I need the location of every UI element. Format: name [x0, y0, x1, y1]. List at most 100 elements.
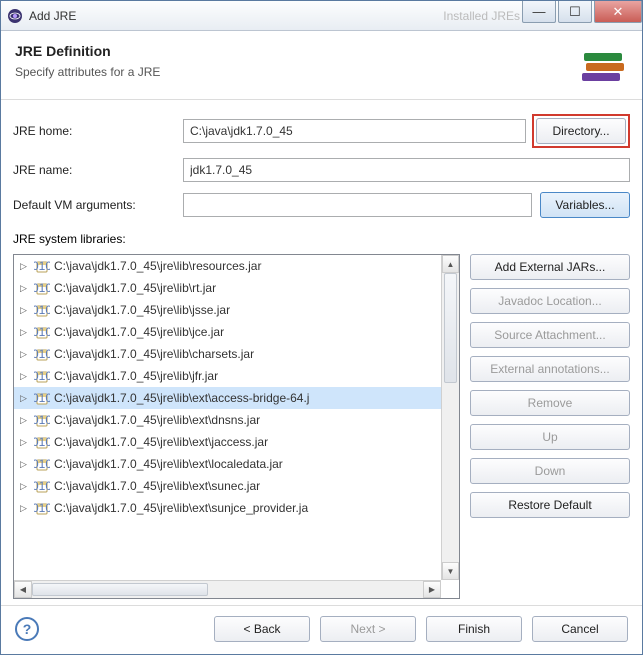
- window-title: Add JRE: [29, 9, 423, 23]
- horizontal-scrollbar[interactable]: ◀ ▶: [14, 580, 441, 598]
- add-jre-dialog: Add JRE Installed JREs — ☐ ✕ JRE Definit…: [0, 0, 643, 655]
- jar-icon: 010: [34, 434, 50, 450]
- vm-args-input[interactable]: [183, 193, 532, 217]
- expand-icon[interactable]: ▷: [20, 437, 32, 448]
- jar-icon: 010: [34, 280, 50, 296]
- jar-icon: 010: [34, 346, 50, 362]
- scroll-left-icon[interactable]: ◀: [14, 581, 32, 598]
- svg-text:010: 010: [34, 501, 50, 515]
- tree-item-path: C:\java\jdk1.7.0_45\jre\lib\rt.jar: [54, 281, 216, 295]
- tree-item-path: C:\java\jdk1.7.0_45\jre\lib\jfr.jar: [54, 369, 218, 383]
- directory-highlight: Directory...: [532, 114, 630, 148]
- jar-icon: 010: [34, 390, 50, 406]
- hscroll-thumb[interactable]: [32, 583, 208, 596]
- remove-button[interactable]: Remove: [470, 390, 630, 416]
- vm-args-label: Default VM arguments:: [13, 198, 183, 212]
- external-annotations-button[interactable]: External annotations...: [470, 356, 630, 382]
- back-button[interactable]: < Back: [214, 616, 310, 642]
- tree-row[interactable]: ▷010 C:\java\jdk1.7.0_45\jre\lib\ext\acce…: [14, 387, 441, 409]
- tree-item-path: C:\java\jdk1.7.0_45\jre\lib\charsets.jar: [54, 347, 254, 361]
- tree-row[interactable]: ▷010C:\java\jdk1.7.0_45\jre\lib\ext\loca…: [14, 453, 441, 475]
- expand-icon[interactable]: ▷: [20, 283, 32, 294]
- source-attachment-button[interactable]: Source Attachment...: [470, 322, 630, 348]
- svg-text:010: 010: [34, 259, 50, 273]
- jre-name-label: JRE name:: [13, 163, 183, 177]
- close-button[interactable]: ✕: [594, 1, 642, 23]
- scroll-up-icon[interactable]: ▲: [442, 255, 459, 273]
- expand-icon[interactable]: ▷: [20, 349, 32, 360]
- vscroll-thumb[interactable]: [444, 273, 457, 383]
- finish-button[interactable]: Finish: [426, 616, 522, 642]
- tree-item-path: C:\java\jdk1.7.0_45\jre\lib\resources.ja…: [54, 259, 261, 273]
- vertical-scrollbar[interactable]: ▲ ▼: [441, 255, 459, 580]
- directory-button[interactable]: Directory...: [536, 118, 626, 144]
- help-icon[interactable]: ?: [15, 617, 39, 641]
- scroll-down-icon[interactable]: ▼: [442, 562, 459, 580]
- restore-default-button[interactable]: Restore Default: [470, 492, 630, 518]
- maximize-button[interactable]: ☐: [558, 1, 592, 23]
- tree-item-path: C:\java\jdk1.7.0_45\jre\lib\ext\sunjce_p…: [54, 501, 308, 515]
- javadoc-location-button[interactable]: Javadoc Location...: [470, 288, 630, 314]
- minimize-button[interactable]: —: [522, 1, 556, 23]
- expand-icon[interactable]: ▷: [20, 305, 32, 316]
- jar-icon: 010: [34, 412, 50, 428]
- tree-row[interactable]: ▷010 C:\java\jdk1.7.0_45\jre\lib\ext\dnsn…: [14, 409, 441, 431]
- svg-text:010: 010: [34, 457, 50, 471]
- jre-name-input[interactable]: [183, 158, 630, 182]
- tree-item-path: C:\java\jdk1.7.0_45\jre\lib\jce.jar: [54, 325, 224, 339]
- jre-home-label: JRE home:: [13, 124, 183, 138]
- tree-row[interactable]: ▷010 C:\java\jdk1.7.0_45\jre\lib\ext\sune…: [14, 475, 441, 497]
- expand-icon[interactable]: ▷: [20, 459, 32, 470]
- tree-item-path: C:\java\jdk1.7.0_45\jre\lib\ext\sunec.ja…: [54, 479, 260, 493]
- tree-row[interactable]: ▷010 C:\java\jdk1.7.0_45\jre\lib\charsets…: [14, 343, 441, 365]
- expand-icon[interactable]: ▷: [20, 371, 32, 382]
- system-libraries-tree[interactable]: ▷010C:\java\jdk1.7.0_45\jre\lib\resource…: [13, 254, 460, 599]
- svg-text:010: 010: [34, 479, 50, 493]
- tree-row[interactable]: ▷010 C:\java\jdk1.7.0_45\jre\lib\jce.jar: [14, 321, 441, 343]
- next-button[interactable]: Next >: [320, 616, 416, 642]
- wizard-body: JRE home: Directory... JRE name: Default…: [1, 100, 642, 605]
- header-heading: JRE Definition: [15, 43, 160, 59]
- tree-row[interactable]: ▷010 C:\java\jdk1.7.0_45\jre\lib\ext\jacc…: [14, 431, 441, 453]
- svg-text:010: 010: [34, 325, 50, 339]
- svg-text:010: 010: [34, 281, 50, 295]
- tree-item-path: C:\java\jdk1.7.0_45\jre\lib\ext\jaccess.…: [54, 435, 268, 449]
- tree-row[interactable]: ▷010 C:\java\jdk1.7.0_45\jre\lib\jfr.jar: [14, 365, 441, 387]
- svg-text:010: 010: [34, 347, 50, 361]
- books-icon: [580, 45, 628, 85]
- jre-home-input[interactable]: [183, 119, 526, 143]
- scroll-right-icon[interactable]: ▶: [423, 581, 441, 598]
- tree-item-path: C:\java\jdk1.7.0_45\jre\lib\jsse.jar: [54, 303, 230, 317]
- eclipse-icon: [7, 8, 23, 24]
- library-buttons: Add External JARs... Javadoc Location...…: [470, 254, 630, 599]
- tree-row[interactable]: ▷010 C:\java\jdk1.7.0_45\jre\lib\resource…: [14, 255, 441, 277]
- wizard-footer: ? < Back Next > Finish Cancel: [1, 605, 642, 654]
- svg-text:010: 010: [34, 435, 50, 449]
- jar-icon: 010: [34, 302, 50, 318]
- expand-icon[interactable]: ▷: [20, 415, 32, 426]
- expand-icon[interactable]: ▷: [20, 503, 32, 514]
- cancel-button[interactable]: Cancel: [532, 616, 628, 642]
- tree-item-path: C:\java\jdk1.7.0_45\jre\lib\ext\access-b…: [54, 391, 309, 405]
- window-controls: — ☐ ✕: [520, 1, 642, 30]
- jar-icon: 010: [34, 456, 50, 472]
- variables-button[interactable]: Variables...: [540, 192, 630, 218]
- tree-row[interactable]: ▷010 C:\java\jdk1.7.0_45\jre\lib\jsse.jar: [14, 299, 441, 321]
- expand-icon[interactable]: ▷: [20, 481, 32, 492]
- jar-icon: 010: [34, 478, 50, 494]
- up-button[interactable]: Up: [470, 424, 630, 450]
- svg-text:010: 010: [34, 413, 50, 427]
- header-subtitle: Specify attributes for a JRE: [15, 65, 160, 79]
- tree-item-path: C:\java\jdk1.7.0_45\jre\lib\ext\dnsns.ja…: [54, 413, 260, 427]
- expand-icon[interactable]: ▷: [20, 327, 32, 338]
- titlebar: Add JRE Installed JREs — ☐ ✕: [1, 1, 642, 31]
- down-button[interactable]: Down: [470, 458, 630, 484]
- jar-icon: 010: [34, 368, 50, 384]
- tree-row[interactable]: ▷010 C:\java\jdk1.7.0_45\jre\lib\ext\sunj…: [14, 497, 441, 519]
- svg-text:010: 010: [34, 303, 50, 317]
- expand-icon[interactable]: ▷: [20, 261, 32, 272]
- jar-icon: 010: [34, 258, 50, 274]
- add-external-jars-button[interactable]: Add External JARs...: [470, 254, 630, 280]
- tree-row[interactable]: ▷010 C:\java\jdk1.7.0_45\jre\lib\rt.jar: [14, 277, 441, 299]
- expand-icon[interactable]: ▷: [20, 393, 32, 404]
